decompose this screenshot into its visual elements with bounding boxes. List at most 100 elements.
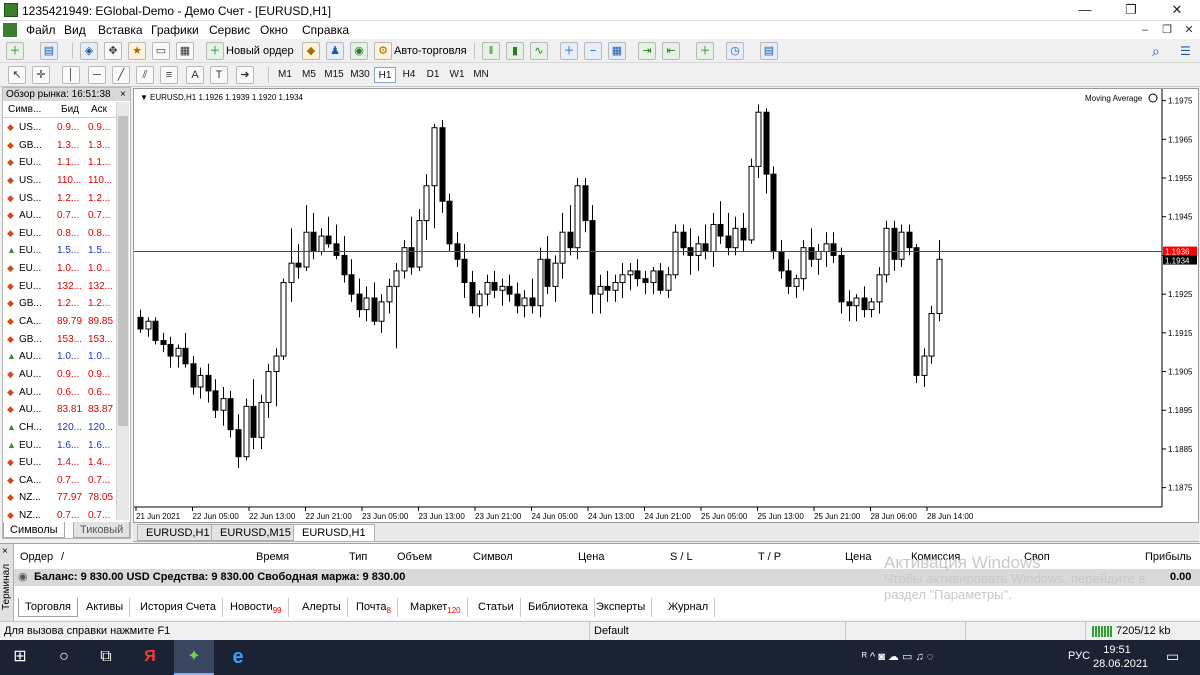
timeframe-h1[interactable]: H1 — [374, 67, 396, 83]
horizontal-line-icon[interactable]: ─ — [88, 66, 106, 84]
crosshair-icon[interactable]: ✛ — [32, 66, 50, 84]
yandex-browser-icon[interactable]: Я — [138, 645, 162, 669]
candle[interactable] — [928, 305, 935, 364]
col-tp[interactable]: T / P — [758, 551, 781, 563]
col-sl[interactable]: S / L — [670, 551, 693, 563]
search-icon[interactable]: ⌕ — [1152, 43, 1160, 60]
candlestick-icon[interactable]: ▮ — [506, 42, 524, 60]
chat-icon[interactable]: ☰ — [1180, 44, 1191, 58]
minimize-button[interactable]: — — [1062, 0, 1108, 21]
notifications-icon[interactable]: ▭ — [1166, 648, 1179, 665]
market-watch-row[interactable]: ◆ US... 1.2... 1.2... — [3, 190, 116, 208]
col-time[interactable]: Время — [256, 551, 289, 563]
mdi-minimize-button[interactable]: – — [1136, 23, 1154, 37]
terminal-tab-9[interactable]: Эксперты — [590, 598, 653, 617]
menu-window[interactable]: Окно — [260, 23, 288, 37]
metaeditor-icon[interactable]: ◆ — [302, 42, 320, 60]
terminal-tab-7[interactable]: Статьи — [472, 598, 521, 617]
market-watch-row[interactable]: ▲ AU... 1.0... 1.0... — [3, 348, 116, 366]
tab-tick-chart[interactable]: Тиковый г — [73, 522, 131, 552]
terminal-tab-6[interactable]: Маркет120 — [404, 598, 468, 617]
terminal-tab-10[interactable]: Журнал — [662, 598, 716, 617]
terminal-tab-4[interactable]: Алерты — [296, 598, 348, 617]
scrollbar-thumb[interactable] — [118, 116, 128, 426]
periods-icon[interactable]: ◷ — [726, 42, 744, 60]
col-symbol[interactable]: Символ — [473, 551, 513, 563]
templates-icon[interactable]: ▤ — [760, 42, 778, 60]
tile-windows-icon[interactable]: ▦ — [608, 42, 626, 60]
col-order[interactable]: Ордер — [20, 551, 53, 563]
market-watch-row[interactable]: ◆ EU... 1.0... 1.0... — [3, 260, 116, 278]
candle[interactable] — [574, 178, 581, 260]
market-watch-row[interactable]: ◆ GB... 1.3... 1.3... — [3, 137, 116, 155]
autotrade-icon[interactable]: ⚙ — [374, 42, 392, 60]
timeframe-d1[interactable]: D1 — [422, 67, 444, 83]
terminal-tab-1[interactable]: Активы — [80, 598, 131, 617]
menu-help[interactable]: Справка — [302, 23, 349, 37]
col-volume[interactable]: Объем — [397, 551, 432, 563]
market-watch-row[interactable]: ◆ CA... 89.79 89.85 — [3, 313, 116, 331]
timeframe-mn[interactable]: MN — [470, 67, 492, 83]
market-watch-row[interactable]: ◆ NZ... 0.7... 0.7... — [3, 507, 116, 519]
column-symbol[interactable]: Симв... — [8, 102, 41, 118]
terminal-icon[interactable]: ▭ — [152, 42, 170, 60]
signals-icon[interactable]: ♟ — [326, 42, 344, 60]
market-watch-scrollbar[interactable] — [116, 102, 129, 520]
timeframe-m15[interactable]: M15 — [322, 67, 346, 83]
trendline-icon[interactable]: ╱ — [112, 66, 130, 84]
chart-shift-icon[interactable]: ⇤ — [662, 42, 680, 60]
profiles-icon[interactable]: ▤ — [40, 42, 58, 60]
close-button[interactable]: ✕ — [1154, 0, 1200, 21]
start-icon[interactable]: ⊞ — [8, 645, 32, 669]
line-chart-icon[interactable]: ∿ — [530, 42, 548, 60]
terminal-tab-5[interactable]: Почта8 — [350, 598, 398, 617]
timeframe-h4[interactable]: H4 — [398, 67, 420, 83]
col-type[interactable]: Тип — [349, 551, 367, 563]
cursor-icon[interactable]: ↖ — [8, 66, 26, 84]
new-order-icon[interactable]: ＋ — [206, 42, 224, 60]
candle[interactable] — [913, 243, 920, 384]
candle[interactable] — [243, 398, 250, 461]
market-watch-close-icon[interactable]: × — [120, 88, 126, 101]
market-watch-row[interactable]: ▲ EU... 1.5... 1.5... — [3, 242, 116, 260]
terminal-tab-8[interactable]: Библиотека — [522, 598, 595, 617]
channel-icon[interactable]: ⫽ — [136, 66, 154, 84]
chart-window[interactable]: 1.19751.19651.19551.19451.19351.19251.19… — [133, 88, 1199, 523]
metatrader-icon[interactable]: ✦ — [182, 645, 206, 669]
maximize-button[interactable]: ❐ — [1108, 0, 1154, 21]
candle[interactable] — [280, 278, 287, 360]
col-price[interactable]: Цена — [578, 551, 604, 563]
candle[interactable] — [439, 119, 446, 213]
mdi-restore-button[interactable]: ❐ — [1158, 23, 1176, 37]
mdi-close-button[interactable]: ✕ — [1180, 23, 1198, 37]
candle[interactable] — [770, 166, 777, 260]
timeframe-m30[interactable]: M30 — [348, 67, 372, 83]
terminal-tab-3[interactable]: Новости99 — [224, 598, 289, 617]
market-watch-row[interactable]: ◆ EU... 1.4... 1.4... — [3, 454, 116, 472]
data-window-icon[interactable]: ✥ — [104, 42, 122, 60]
candlestick-chart[interactable]: 1.19751.19651.19551.19451.19351.19251.19… — [134, 89, 1198, 522]
bar-chart-icon[interactable]: ‖ — [482, 42, 500, 60]
search-icon[interactable]: ○ — [52, 645, 76, 669]
zoom-in-icon[interactable]: ＋ — [560, 42, 578, 60]
chart-tab-eurusd-h1-active[interactable]: EURUSD,H1 — [293, 524, 375, 541]
strategy-tester-icon[interactable]: ▦ — [176, 42, 194, 60]
candle[interactable] — [748, 158, 755, 244]
vertical-line-icon[interactable]: │ — [62, 66, 80, 84]
menu-tools[interactable]: Сервис — [209, 23, 250, 37]
candle[interactable] — [152, 317, 159, 345]
market-watch-row[interactable]: ◆ AU... 0.9... 0.9... — [3, 366, 116, 384]
timeframe-w1[interactable]: W1 — [446, 67, 468, 83]
col-price-current[interactable]: Цена — [845, 551, 871, 563]
fibonacci-icon[interactable]: ≡ — [160, 66, 178, 84]
language-indicator[interactable]: РУС — [1068, 650, 1090, 662]
market-icon[interactable]: ◉ — [350, 42, 368, 60]
market-watch-row[interactable]: ◆ GB... 153... 153... — [3, 331, 116, 349]
market-watch-row[interactable]: ◆ US... 110... 110... — [3, 172, 116, 190]
timeframe-m5[interactable]: M5 — [298, 67, 320, 83]
taskbar-clock[interactable]: 19:51 28.06.2021 — [1093, 643, 1148, 671]
menu-view[interactable]: Вид — [64, 23, 86, 37]
new-chart-icon[interactable]: ＋ — [6, 42, 24, 60]
market-watch-row[interactable]: ◆ EU... 132... 132... — [3, 278, 116, 296]
terminal-tab-0[interactable]: Торговля — [18, 598, 78, 617]
